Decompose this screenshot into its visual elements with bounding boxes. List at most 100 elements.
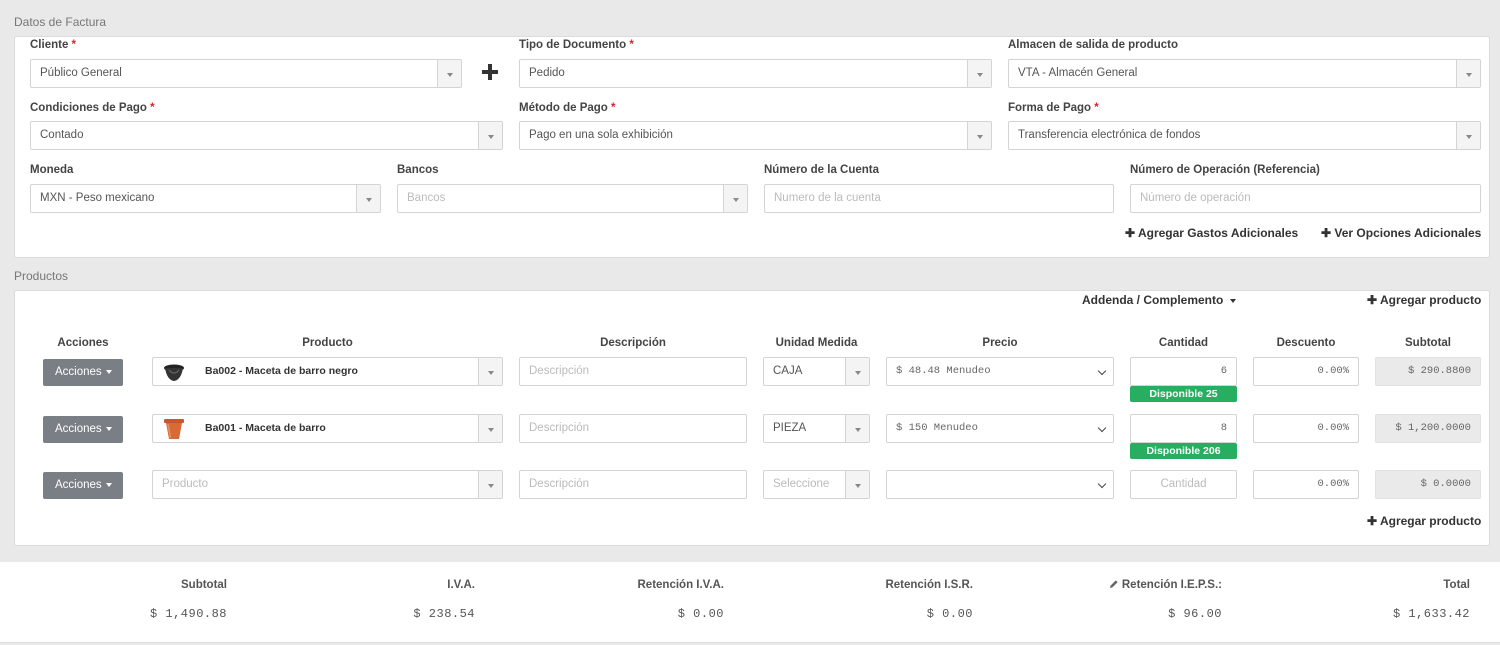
row3-subtotal: $ 0.0000 (1375, 470, 1481, 499)
row3-qty-input[interactable]: Cantidad (1130, 470, 1237, 499)
row1-unit-select[interactable]: CAJA (763, 357, 870, 386)
row1-subtotal: $ 290.8800 (1375, 357, 1481, 386)
almacen-select[interactable]: VTA - Almacén General (1008, 59, 1481, 88)
metodo-label: Método de Pago * (519, 102, 616, 114)
total-value: $ 1,633.42 (1392, 607, 1470, 621)
iva-label: I.V.A. (447, 579, 475, 591)
operacion-label: Número de Operación (Referencia) (1130, 164, 1320, 176)
subtotal-label: Subtotal (181, 579, 227, 591)
bancos-label: Bancos (397, 164, 439, 176)
cuenta-input[interactable]: Numero de la cuenta (764, 184, 1114, 213)
row3-actions-button[interactable]: Acciones (43, 472, 123, 499)
tipo-documento-label: Tipo de Documento * (519, 39, 634, 51)
row1-discount-input[interactable]: 0.00% (1253, 357, 1359, 386)
chevron-down-icon (845, 358, 869, 385)
ret-iva-value: $ 0.00 (677, 607, 724, 621)
row1-qty-input[interactable]: 6 (1130, 357, 1237, 386)
caret-down-icon (1229, 298, 1236, 303)
moneda-select[interactable]: MXN - Peso mexicano (30, 184, 381, 213)
chevron-down-icon (967, 122, 991, 149)
row1-product-select[interactable]: Ba002 - Maceta de barro negro (152, 357, 503, 386)
caret-down-icon (105, 426, 112, 431)
header-producto: Producto (302, 337, 353, 349)
chevron-down-icon (1097, 423, 1107, 433)
chevron-down-icon (1097, 479, 1107, 489)
add-gastos-link[interactable]: ✚ Agregar Gastos Adicionales (1125, 226, 1298, 240)
metodo-select[interactable]: Pago en una sola exhibición (519, 121, 992, 150)
ret-ieps-label[interactable]: Retención I.E.P.S.: (1109, 579, 1222, 591)
pot-terracotta-image (164, 419, 184, 439)
chevron-down-icon (356, 185, 380, 212)
operacion-input[interactable]: Número de operación (1130, 184, 1481, 213)
iva-value: $ 238.54 (413, 607, 475, 621)
plus-icon (482, 64, 498, 80)
caret-down-icon (105, 482, 112, 487)
chevron-down-icon (478, 415, 502, 442)
add-client-button[interactable] (481, 61, 499, 83)
row2-available-badge: Disponible 206 (1130, 443, 1237, 459)
cliente-label: Cliente * (30, 39, 77, 51)
bancos-select[interactable]: Bancos (397, 184, 748, 213)
row2-unit-select[interactable]: PIEZA (763, 414, 870, 443)
row3-discount-input[interactable]: 0.00% (1253, 470, 1359, 499)
row2-description-input[interactable]: Descripción (519, 414, 747, 443)
row3-price-select[interactable] (886, 470, 1114, 499)
row1-available-badge: Disponible 25 (1130, 386, 1237, 402)
ret-ieps-value: $ 96.00 (1168, 607, 1222, 621)
chevron-down-icon (1456, 122, 1480, 149)
chevron-down-icon (1456, 60, 1480, 87)
cuenta-label: Número de la Cuenta (764, 164, 880, 176)
tipo-documento-select[interactable]: Pedido (519, 59, 992, 88)
chevron-down-icon (967, 60, 991, 87)
pencil-icon[interactable] (1109, 579, 1119, 589)
ret-isr-label: Retención I.S.R. (885, 579, 973, 591)
row3-description-input[interactable]: Descripción (519, 470, 747, 499)
condiciones-label: Condiciones de Pago * (30, 102, 155, 114)
row2-product-select[interactable]: Ba001 - Maceta de barro (152, 414, 503, 443)
products-section-title: Productos (14, 269, 69, 283)
ret-isr-value: $ 0.00 (926, 607, 973, 621)
chevron-down-icon (478, 471, 502, 498)
row2-discount-input[interactable]: 0.00% (1253, 414, 1359, 443)
header-descripcion: Descripción (600, 337, 666, 349)
header-descuento: Descuento (1276, 337, 1336, 349)
ver-opciones-link[interactable]: ✚ Ver Opciones Adicionales (1321, 226, 1481, 240)
forma-select[interactable]: Transferencia electrónica de fondos (1008, 121, 1481, 150)
chevron-down-icon (723, 185, 747, 212)
caret-down-icon (105, 369, 112, 374)
chevron-down-icon (1097, 366, 1107, 376)
forma-label: Forma de Pago * (1008, 102, 1099, 114)
chevron-down-icon (845, 471, 869, 498)
row1-description-input[interactable]: Descripción (519, 357, 747, 386)
header-precio: Precio (982, 337, 1018, 349)
row1-price-select[interactable]: $ 48.48 Menudeo (886, 357, 1114, 386)
row3-unit-select[interactable]: Seleccione (763, 470, 870, 499)
add-product-link-bottom[interactable]: ✚ Agregar producto (1367, 514, 1481, 528)
addenda-dropdown[interactable]: Addenda / Complemento (1082, 293, 1236, 307)
cliente-select[interactable]: Público General (30, 59, 462, 88)
row1-actions-button[interactable]: Acciones (43, 359, 123, 386)
almacen-label: Almacen de salida de producto (1008, 39, 1178, 51)
header-cantidad: Cantidad (1158, 337, 1209, 349)
chevron-down-icon (478, 358, 502, 385)
row2-actions-button[interactable]: Acciones (43, 416, 123, 443)
row2-price-select[interactable]: $ 150 Menudeo (886, 414, 1114, 443)
row2-qty-input[interactable]: 8 (1130, 414, 1237, 443)
header-unidad: Unidad Medida (775, 337, 858, 349)
header-subtotal: Subtotal (1405, 337, 1451, 349)
subtotal-value: $ 1,490.88 (149, 607, 227, 621)
row2-subtotal: $ 1,200.0000 (1375, 414, 1481, 443)
chevron-down-icon (845, 415, 869, 442)
moneda-label: Moneda (30, 164, 74, 176)
pot-black-image (164, 364, 184, 381)
total-label: Total (1443, 579, 1470, 591)
row3-product-select[interactable]: Producto (152, 470, 503, 499)
chevron-down-icon (478, 122, 502, 149)
condiciones-select[interactable]: Contado (30, 121, 503, 150)
totals-bar (0, 562, 1500, 643)
header-acciones: Acciones (57, 337, 109, 349)
chevron-down-icon (437, 60, 461, 87)
add-product-link-top[interactable]: ✚ Agregar producto (1367, 293, 1481, 307)
invoice-section-title: Datos de Factura (14, 15, 107, 29)
ret-iva-label: Retención I.V.A. (637, 579, 725, 591)
